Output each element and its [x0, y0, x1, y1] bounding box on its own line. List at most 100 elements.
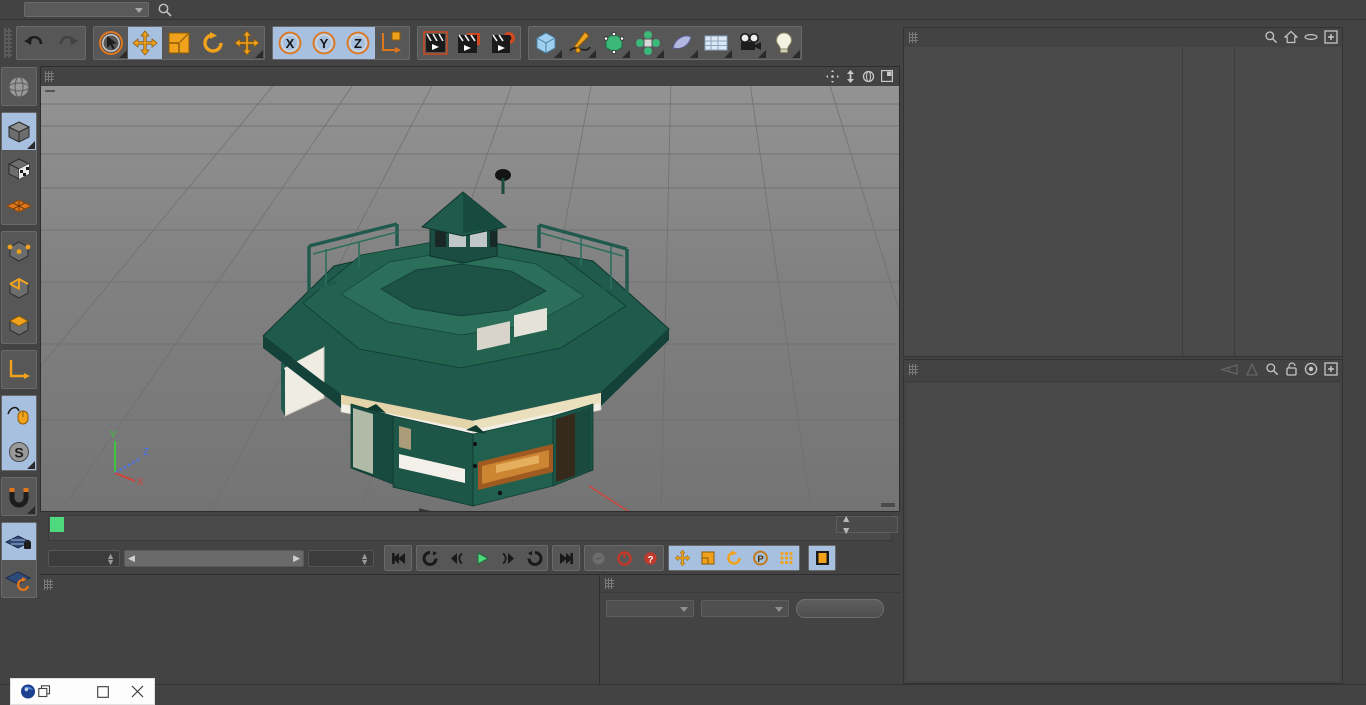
tool-options-corner	[27, 461, 35, 469]
record-rotation-button[interactable]	[721, 546, 747, 570]
current-time-marker[interactable]	[50, 517, 64, 532]
world-object-coords[interactable]	[375, 27, 409, 59]
viewport-menu-grip[interactable]	[45, 71, 54, 82]
maximize-window-icon[interactable]	[86, 679, 120, 705]
search-icon[interactable]	[1265, 362, 1279, 376]
magnet-tool-button[interactable]	[2, 478, 36, 515]
timeline-frame-field[interactable]: ▲ ▼	[836, 513, 898, 537]
add-mograph-button[interactable]	[631, 27, 665, 59]
plus-box-icon[interactable]	[1324, 362, 1338, 376]
texture-mode-button[interactable]	[2, 150, 36, 187]
lock-z-axis[interactable]: Z	[341, 27, 375, 59]
orbit-icon[interactable]	[862, 70, 875, 83]
record-position-button[interactable]	[669, 546, 695, 570]
lock-y-axis[interactable]: Y	[307, 27, 341, 59]
coordinates-grip[interactable]	[605, 578, 614, 589]
workplane-button[interactable]: S	[2, 433, 36, 470]
record-parameter-button[interactable]: P	[747, 546, 773, 570]
preview-range-slider[interactable]: ◀ ▶	[124, 549, 304, 567]
timeline-mode-button[interactable]	[809, 546, 835, 570]
maximize-icon[interactable]	[881, 70, 893, 83]
spinner-icon[interactable]: ▲ ▼	[360, 551, 369, 566]
record-scale-button[interactable]	[695, 546, 721, 570]
lock-icon[interactable]	[1285, 362, 1298, 376]
size-mode-dropdown[interactable]	[701, 600, 789, 617]
cinema4d-app-icon[interactable]	[20, 683, 37, 700]
search-icon[interactable]	[157, 2, 173, 18]
plus-box-icon[interactable]	[1324, 30, 1338, 44]
left-group-components	[1, 231, 37, 344]
add-cube-button[interactable]	[529, 27, 563, 59]
undo-button[interactable]	[17, 27, 51, 59]
dolly-icon[interactable]	[845, 70, 856, 83]
record-pla-button[interactable]	[773, 546, 799, 570]
range-left-arrow-icon[interactable]: ◀	[128, 553, 135, 564]
add-spline-button[interactable]	[563, 27, 597, 59]
apply-button[interactable]	[796, 599, 884, 618]
record-active-objects-button[interactable]	[611, 546, 637, 570]
window-buttons	[86, 679, 154, 705]
rotate-tool[interactable]	[196, 27, 230, 59]
play-backwards-loop-button[interactable]	[417, 546, 443, 570]
object-manager-grip[interactable]	[909, 32, 918, 43]
range-right-arrow-icon[interactable]: ▶	[293, 553, 300, 564]
add-deformer-button[interactable]	[665, 27, 699, 59]
object-axis-mode-button[interactable]	[2, 351, 36, 388]
play-forward-loop-button[interactable]	[521, 546, 547, 570]
end-frame-input[interactable]: ▲ ▼	[308, 549, 374, 567]
go-to-end-button[interactable]	[553, 546, 579, 570]
render-settings-button[interactable]	[486, 27, 520, 59]
material-menu-grip[interactable]	[44, 578, 53, 590]
align-workplane-button[interactable]	[2, 560, 36, 597]
spinner-icon[interactable]: ▲ ▼	[841, 513, 851, 537]
play-button[interactable]	[469, 546, 495, 570]
scale-tool[interactable]	[162, 27, 196, 59]
uv-mode-button[interactable]	[2, 187, 36, 224]
ellipse-icon[interactable]	[1304, 30, 1318, 44]
move-alt-tool[interactable]	[230, 27, 264, 59]
target-icon[interactable]	[1304, 362, 1318, 376]
attribute-manager-grip[interactable]	[909, 364, 918, 375]
render-view-button[interactable]	[418, 27, 452, 59]
restore-window-icon[interactable]	[38, 685, 51, 698]
polygon-mode-button[interactable]	[2, 306, 36, 343]
main-toolbar: X Y Z	[0, 21, 900, 65]
back-arrow-icon[interactable]	[1219, 363, 1239, 376]
search-icon[interactable]	[1264, 30, 1278, 44]
add-generator-button[interactable]	[597, 27, 631, 59]
add-scene-object-button[interactable]	[699, 27, 733, 59]
autokeying-button[interactable]	[585, 546, 611, 570]
keyframe-selection-button[interactable]: ?	[637, 546, 663, 570]
close-window-icon[interactable]	[120, 679, 154, 705]
live-selection-tool[interactable]	[94, 27, 128, 59]
pan-icon[interactable]	[826, 70, 839, 83]
object-tree[interactable]	[904, 47, 1342, 356]
coordinate-system-dropdown[interactable]	[606, 600, 694, 617]
current-frame-input[interactable]: ▲ ▼	[48, 549, 120, 567]
edge-mode-button[interactable]	[2, 269, 36, 306]
lock-x-axis[interactable]: X	[273, 27, 307, 59]
render-to-picture-viewer-button[interactable]	[452, 27, 486, 59]
timeline-ruler[interactable]	[48, 515, 892, 541]
perspective-viewport[interactable]: Y Z X	[41, 86, 899, 511]
svg-text:Y: Y	[110, 430, 117, 441]
step-back-button[interactable]	[443, 546, 469, 570]
add-camera-button[interactable]	[733, 27, 767, 59]
move-tool[interactable]	[128, 27, 162, 59]
point-mode-button[interactable]	[2, 232, 36, 269]
add-light-button[interactable]	[767, 27, 801, 59]
step-forward-button[interactable]	[495, 546, 521, 570]
model-mode-button[interactable]	[2, 113, 36, 150]
make-editable-button[interactable]	[2, 68, 36, 105]
left-tool-palette: S	[0, 65, 38, 670]
toolbar-grip[interactable]	[4, 28, 12, 58]
spinner-icon[interactable]: ▲ ▼	[106, 551, 115, 566]
lock-workplane-button[interactable]	[2, 523, 36, 560]
home-icon[interactable]	[1284, 30, 1298, 44]
forward-arrow-icon[interactable]	[1245, 362, 1259, 376]
tool-options-corner	[690, 50, 698, 58]
go-to-start-button[interactable]	[385, 546, 411, 570]
redo-button[interactable]	[51, 27, 85, 59]
enable-snapping-button[interactable]	[2, 396, 36, 433]
layout-dropdown[interactable]	[24, 2, 149, 17]
